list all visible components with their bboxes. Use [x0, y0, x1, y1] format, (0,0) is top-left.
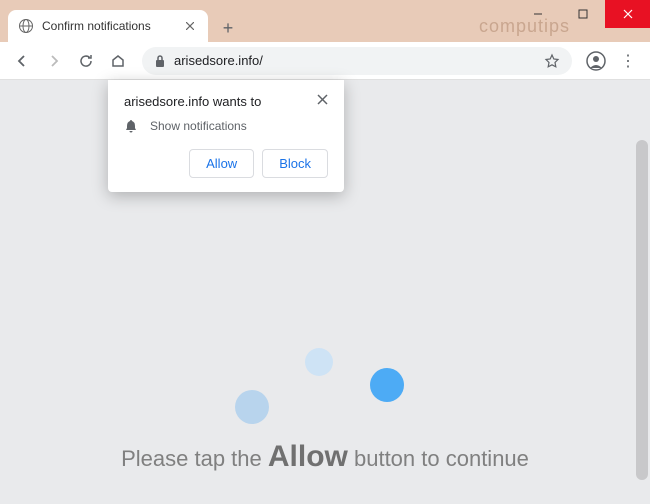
new-tab-button[interactable]: +	[214, 14, 242, 42]
reload-button[interactable]	[72, 47, 100, 75]
back-button[interactable]	[8, 47, 36, 75]
url-text: arisedsore.info/	[174, 53, 536, 68]
globe-icon	[18, 18, 34, 34]
scrollbar[interactable]	[636, 140, 648, 480]
browser-toolbar: arisedsore.info/ ⋮	[0, 42, 650, 80]
profile-button[interactable]	[582, 47, 610, 75]
window-minimize-button[interactable]	[515, 0, 560, 28]
loading-dot	[370, 368, 404, 402]
window-maximize-button[interactable]	[560, 0, 605, 28]
instruction-suffix: button to continue	[348, 446, 529, 471]
loading-dot	[305, 348, 333, 376]
allow-button[interactable]: Allow	[189, 149, 254, 178]
loading-dot	[235, 390, 269, 424]
tab-title: Confirm notifications	[42, 19, 174, 33]
home-button[interactable]	[104, 47, 132, 75]
bell-icon	[124, 119, 138, 133]
instruction-prefix: Please tap the	[121, 446, 268, 471]
tab-close-button[interactable]	[182, 18, 198, 34]
menu-button[interactable]: ⋮	[614, 47, 642, 75]
popup-permission-text: Show notifications	[150, 119, 247, 133]
block-button[interactable]: Block	[262, 149, 328, 178]
page-instruction: Please tap the Allow button to continue	[0, 440, 650, 474]
popup-close-button[interactable]	[317, 94, 328, 105]
url-bar[interactable]: arisedsore.info/	[142, 47, 572, 75]
lock-icon	[154, 54, 166, 68]
page-content: arisedsore.info wants to Show notificati…	[0, 80, 650, 504]
browser-tab[interactable]: Confirm notifications	[8, 10, 208, 42]
instruction-emphasis: Allow	[268, 440, 348, 473]
forward-button[interactable]	[40, 47, 68, 75]
window-close-button[interactable]	[605, 0, 650, 28]
loading-dots	[225, 340, 425, 420]
popup-title: arisedsore.info wants to	[124, 94, 261, 109]
bookmark-star-icon[interactable]	[544, 53, 560, 69]
notification-permission-popup: arisedsore.info wants to Show notificati…	[108, 80, 344, 192]
